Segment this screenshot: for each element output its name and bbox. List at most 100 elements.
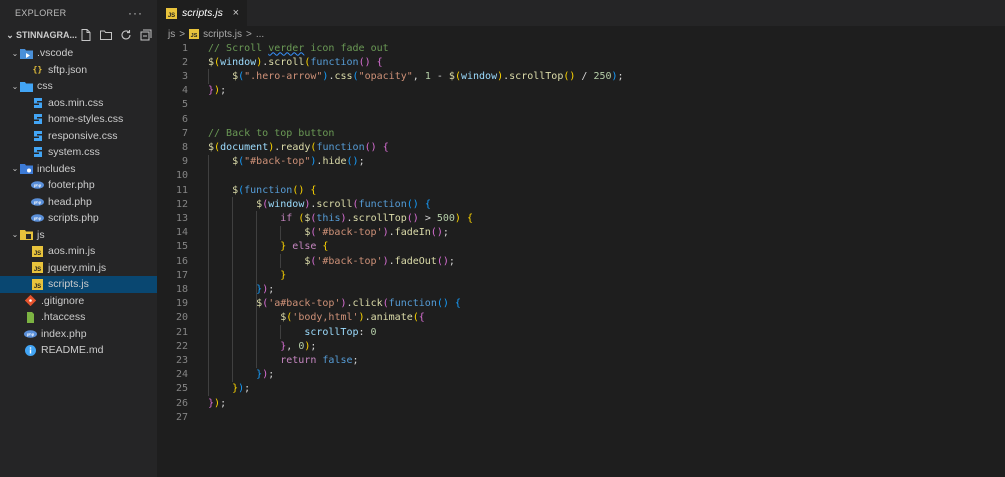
close-tab-icon[interactable]: × [233,7,239,19]
tree-item-label: responsive.css [48,129,118,142]
js-file-icon: JS [189,29,200,39]
code-line[interactable]: 27 [157,410,188,424]
code-line[interactable]: 16 $('#back-top').fadeOut(); [157,254,455,268]
code-token: () [436,298,449,310]
tree-item-label: sftp.json [48,63,88,76]
line-number: 24 [175,369,188,381]
code-line[interactable]: 6 [157,112,188,126]
css-file-icon [31,96,44,109]
code-line[interactable]: 8 $(document).ready(function() { [157,140,389,154]
code-line[interactable]: 18}); [157,282,274,296]
includes-folder-icon [20,162,33,175]
code-token: () [406,198,419,210]
new-folder-icon[interactable] [99,28,113,42]
tree-folder-css[interactable]: ⌄ css [0,78,157,95]
code-line[interactable]: 3 $(".hero-arrow").css("opacity", 1 - $(w… [157,69,624,83]
breadcrumb-symbols[interactable]: ... [256,29,264,40]
code-line[interactable]: 5 [157,98,188,112]
code-token: () [358,56,371,68]
code-line[interactable]: 11 $(function() { [157,183,316,197]
workspace-folder-header[interactable]: ⌄ STINNAGRA... [0,27,157,43]
collapse-all-icon[interactable] [139,28,153,42]
breadcrumb-separator: > [179,28,186,40]
tree-item-label: scripts.js [48,278,89,291]
code-line[interactable]: 7 // Back to top button [157,126,334,140]
chevron-down-icon: ⌄ [11,164,19,174]
code-line[interactable]: 22}, 0); [157,339,316,353]
tree-folder-js[interactable]: ⌄ js [0,227,157,244]
code-token: 'a#back-top' [268,298,341,310]
code-line[interactable]: 23 return false; [157,353,359,367]
code-line[interactable]: 4}); [157,84,226,98]
tree-file-readme-md[interactable]: README.md [0,342,157,359]
breadcrumb-file[interactable]: scripts.js [203,29,242,40]
code-editor[interactable]: 1 // Scroll verder icon fade out 2 $(window… [157,41,1005,477]
tree-file-system-css[interactable]: system.css [0,144,157,161]
code-line[interactable]: 20 $('body,html').animate({ [157,311,425,325]
breadcrumb-folder[interactable]: js [168,29,175,40]
code-line[interactable]: 19 $('a#back-top').click(function() { [157,297,461,311]
code-token: function [316,141,365,153]
tree-file-footer-php[interactable]: php footer.php [0,177,157,194]
tree-item-label: system.css [48,146,100,159]
indent-guide [208,154,209,396]
tree-file-index-php[interactable]: php index.php [0,326,157,343]
css-file-icon [31,113,44,126]
code-token: window [268,198,305,210]
code-text: }); [208,85,226,96]
tree-folder-includes[interactable]: ⌄ includes [0,161,157,178]
code-line[interactable]: 21 scrollTop: 0 [157,325,377,339]
code-line[interactable]: 10 [157,169,188,183]
line-number: 22 [175,340,188,352]
code-line[interactable]: 9 $("#back-top").hide(); [157,155,365,169]
code-line[interactable]: 14 $('#back-top').fadeIn(); [157,226,449,240]
svg-text:JS: JS [34,251,41,257]
code-token: { [322,241,329,253]
svg-text:JS: JS [34,267,41,273]
code-token: ; [442,227,449,239]
refresh-icon[interactable] [119,28,133,42]
tree-folder-vscode[interactable]: ⌄ .vscode [0,45,157,62]
code-text: }); [232,383,250,394]
code-token: fadeOut [394,255,437,267]
code-token: () [406,212,419,224]
tree-file-head-php[interactable]: php head.php [0,194,157,211]
tree-file-scripts-php[interactable]: php scripts.php [0,210,157,227]
tree-file-scripts-js[interactable]: JS scripts.js [0,276,157,293]
code-line[interactable]: 17} [157,268,286,282]
code-line[interactable]: 26}); [157,396,226,410]
code-text: // Back to top button [208,128,334,139]
tree-file-responsive-css[interactable]: responsive.css [0,128,157,145]
code-line[interactable]: 25}); [157,382,250,396]
code-token: else [292,241,317,253]
tree-file-htaccess[interactable]: .htaccess [0,309,157,326]
tree-file-sftp-json[interactable]: {} sftp.json [0,62,157,79]
line-number: 7 [181,127,188,139]
chevron-down-icon: ⌄ [11,48,19,58]
php-file-icon: php [31,195,44,208]
tree-file-home-styles-css[interactable]: home-styles.css [0,111,157,128]
tree-file-jquery-min-js[interactable]: JS jquery.min.js [0,260,157,277]
tab-scripts-js[interactable]: JS scripts.js × [157,0,247,26]
code-line[interactable]: 13 if ($(this).scrollTop() > 500) { [157,211,473,225]
tree-file-gitignore[interactable]: .gitignore [0,293,157,310]
code-token: { [466,212,474,224]
code-token: { [382,141,389,153]
code-line[interactable]: 1 // Scroll verder icon fade out [157,41,389,55]
tree-item-label: .vscode [37,47,74,60]
code-token: ; [268,369,275,381]
json-file-icon: {} [32,65,43,75]
line-number: 3 [181,70,188,82]
css-file-icon [31,129,44,142]
code-line[interactable]: 15} else { [157,240,329,254]
new-file-icon[interactable] [79,28,93,42]
code-line[interactable]: 2 $(window).scroll(function() { [157,55,383,69]
code-line[interactable]: 12 $(window).scroll(function() { [157,197,431,211]
code-token: animate [370,312,413,324]
code-line[interactable]: 24}); [157,368,274,382]
info-file-icon [24,344,37,357]
tree-file-aos-min-css[interactable]: aos.min.css [0,95,157,112]
chevron-down-icon: ⌄ [6,29,14,40]
more-actions-icon[interactable]: ··· [128,6,143,20]
tree-file-aos-min-js[interactable]: JS aos.min.js [0,243,157,260]
